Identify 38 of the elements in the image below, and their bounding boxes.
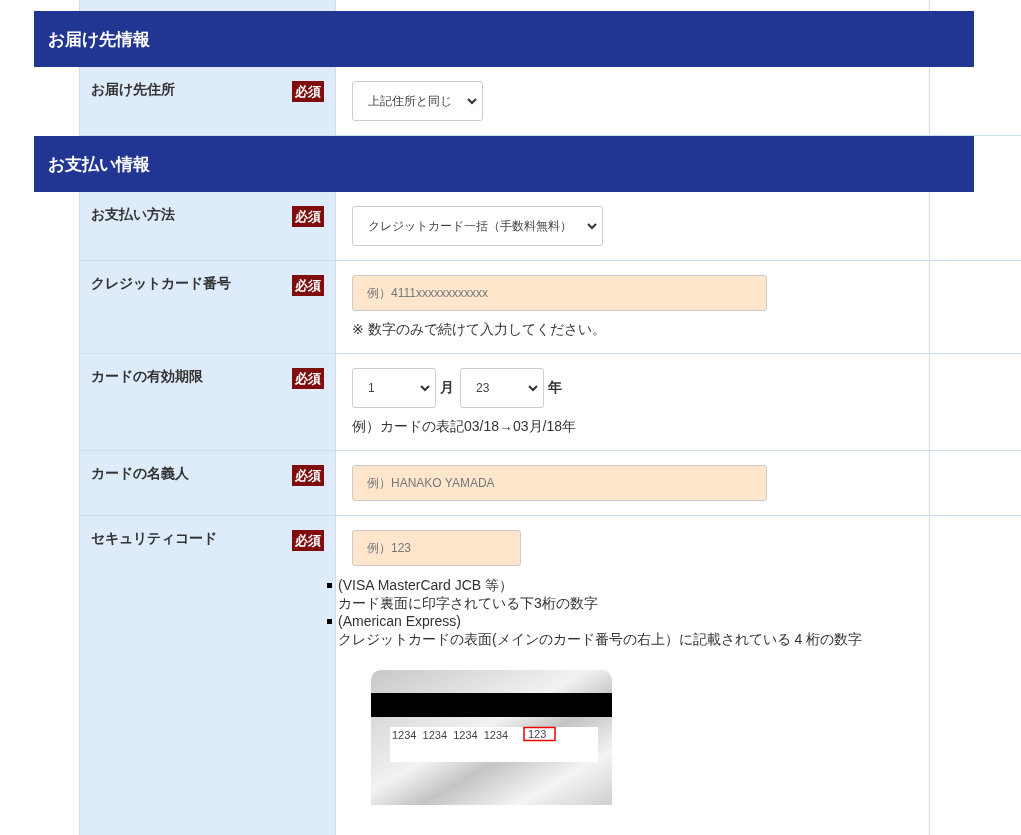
card-number-text: 1234 1234 1234 1234 xyxy=(392,729,509,741)
field-label: セキュリティコード xyxy=(91,530,217,548)
chevron-down-icon xyxy=(587,222,597,230)
highlight-frame xyxy=(523,726,556,742)
note-title: (VISA MasterCard JCB 等） xyxy=(338,576,515,594)
dropdown[interactable]: 1 xyxy=(352,368,436,408)
hint-text: ※ 数字のみで続けて入力してください。 xyxy=(352,321,607,339)
note-text: カード裏面に印字されている下3桁の数字 xyxy=(338,594,598,612)
field-label: クレジットカード番号 xyxy=(91,275,231,293)
field-label: お届け先住所 xyxy=(91,81,175,99)
text-field[interactable]: 例）123 xyxy=(352,530,521,566)
required-badge: 必須 xyxy=(292,206,324,227)
field-label: カードの有効期限 xyxy=(91,368,203,386)
dropdown[interactable]: 23 xyxy=(460,368,544,408)
field-label: カードの名義人 xyxy=(91,465,189,483)
note-text: クレジットカードの表面(メインのカード番号の右上）に記載されている 4 桁の数字 xyxy=(338,630,863,648)
bullet-icon xyxy=(327,583,332,588)
section-header: お支払い情報 xyxy=(34,136,974,192)
note-title: (American Express) xyxy=(338,612,462,630)
required-badge: 必須 xyxy=(292,465,324,486)
dropdown[interactable]: クレジットカード一括（手数料無料） xyxy=(352,206,603,246)
required-badge: 必須 xyxy=(292,275,324,296)
required-badge: 必須 xyxy=(292,368,324,389)
field-label: お支払い方法 xyxy=(91,206,175,224)
chevron-down-icon xyxy=(467,97,477,105)
section-header: お届け先情報 xyxy=(34,11,974,67)
chevron-down-icon xyxy=(528,384,538,392)
chevron-down-icon xyxy=(420,384,430,392)
unit-label: 年 xyxy=(548,379,562,397)
text-field[interactable]: 例）4111xxxxxxxxxxxx xyxy=(352,275,767,311)
dropdown[interactable]: 上記住所と同じ xyxy=(352,81,483,121)
unit-label: 月 xyxy=(440,379,454,397)
security-code-text: 123 xyxy=(528,728,547,740)
hint-text: 例）カードの表記03/18→03月/18年 xyxy=(352,418,578,436)
text-field[interactable]: 例）HANAKO YAMADA xyxy=(352,465,767,501)
required-badge: 必須 xyxy=(292,81,324,102)
bullet-icon xyxy=(327,619,332,624)
required-badge: 必須 xyxy=(292,530,324,551)
